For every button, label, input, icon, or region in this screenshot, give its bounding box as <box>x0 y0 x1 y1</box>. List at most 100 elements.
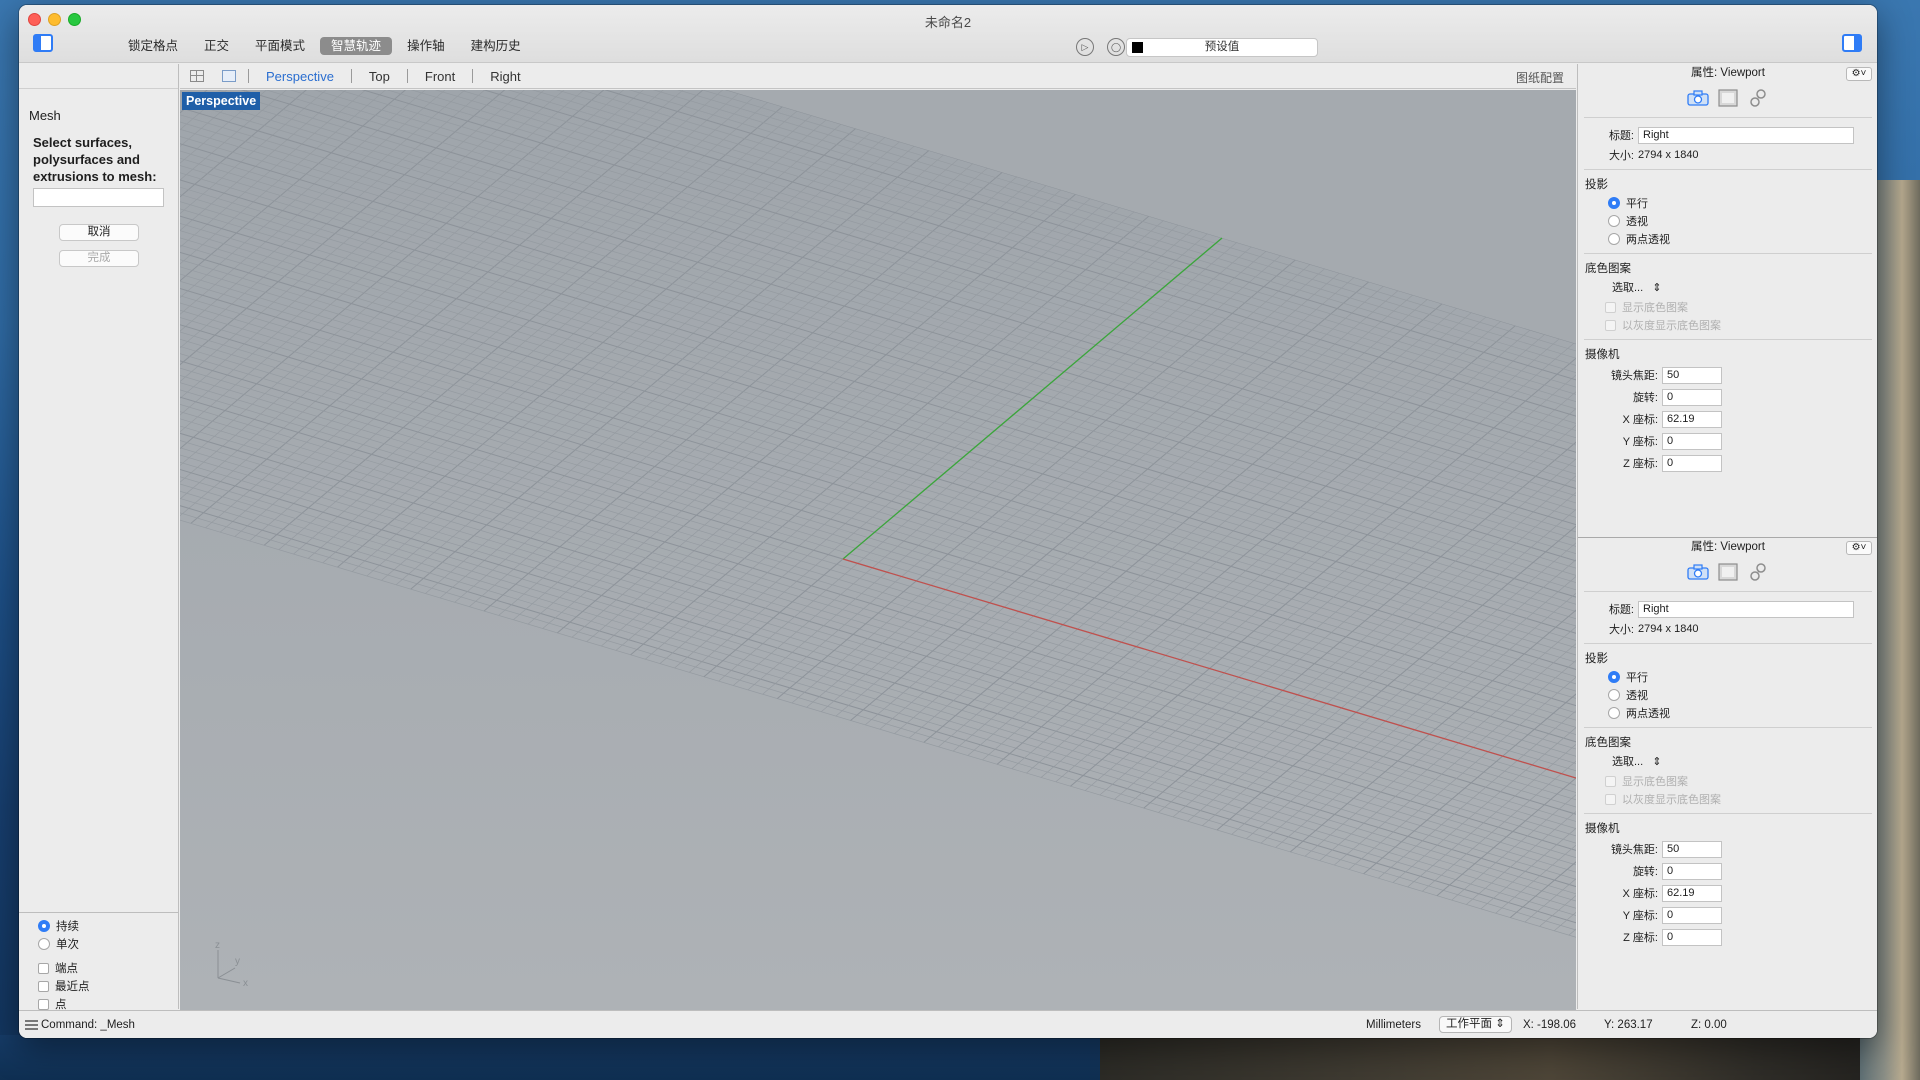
camera-field-row: Z 座标: 0 <box>1578 926 1877 948</box>
wallpaper-checkbox <box>1605 301 1616 313</box>
camera-field-label: 旋转: <box>1632 392 1658 404</box>
wallpaper-option-label: 以灰度显示底色图案 <box>1622 794 1721 806</box>
viewport-frame-icon[interactable] <box>1717 562 1739 582</box>
camera-field-row: X 座标: 62.19 <box>1578 882 1877 904</box>
viewport-label[interactable]: Perspective <box>182 92 261 110</box>
osnap-single-label: 单次 <box>56 939 79 951</box>
projection-option[interactable]: 透视 <box>1578 686 1877 704</box>
mode-button[interactable]: 操作轴 <box>396 37 456 55</box>
tab-right[interactable]: Right <box>485 69 525 84</box>
osnap-single-radio[interactable] <box>38 938 50 950</box>
window-title: 未命名2 <box>924 15 972 30</box>
camera-field-label: 旋转: <box>1632 866 1658 878</box>
title-field[interactable]: Right <box>1638 600 1854 618</box>
osnap-near-option[interactable]: 最近点 <box>19 977 179 995</box>
camera-field-input[interactable]: 0 <box>1662 928 1722 946</box>
camera-field-input[interactable]: 0 <box>1662 454 1722 472</box>
camera-icon[interactable] <box>1687 562 1709 582</box>
gear-icon[interactable]: ⚙˅ <box>1846 67 1872 81</box>
mode-button[interactable]: 建构历史 <box>460 37 532 55</box>
axis-z-label: z <box>215 940 220 951</box>
preset-color-swatch <box>1132 42 1143 53</box>
projection-label: 平行 <box>1626 672 1648 684</box>
projection-radio[interactable] <box>1608 671 1620 683</box>
wallpaper-select[interactable]: 选取... ⇕ <box>1578 278 1877 298</box>
camera-icon[interactable] <box>1687 88 1709 108</box>
wallpaper-option: 显示底色图案 <box>1578 772 1877 790</box>
camera-title: 摄像机 <box>1585 823 1620 835</box>
camera-field-row: Z 座标: 0 <box>1578 452 1877 474</box>
units-display[interactable]: Millimeters <box>1366 1019 1421 1031</box>
camera-field-input[interactable]: 50 <box>1662 366 1722 384</box>
cancel-button[interactable]: 取消 <box>59 224 139 241</box>
wallpaper-option-label: 以灰度显示底色图案 <box>1622 320 1721 332</box>
projection-option[interactable]: 平行 <box>1578 194 1877 212</box>
camera-field-label: Z 座标: <box>1623 458 1658 470</box>
camera-field-label: X 座标: <box>1622 414 1658 426</box>
sidebar-right-icon[interactable] <box>1842 34 1862 52</box>
command-line[interactable]: Command: _Mesh <box>41 1019 135 1031</box>
projection-radio[interactable] <box>1608 689 1620 701</box>
record-icon[interactable]: ▷ <box>1076 38 1094 56</box>
camera-field-row: 镜头焦距: 50 <box>1578 364 1877 386</box>
layout-button[interactable]: 图纸配置 <box>1516 69 1564 86</box>
target-icon[interactable]: ◯ <box>1107 38 1125 56</box>
perspective-viewport[interactable]: Perspective z y x <box>180 90 1576 1010</box>
single-viewport-icon[interactable] <box>222 70 236 82</box>
mode-button[interactable]: 平面模式 <box>244 37 316 55</box>
projection-option[interactable]: 平行 <box>1578 668 1877 686</box>
link-icon[interactable] <box>1747 88 1769 108</box>
osnap-end-option[interactable]: 端点 <box>19 959 179 977</box>
viewport-canvas[interactable]: z y x <box>180 90 1576 1010</box>
cplane-select[interactable]: 工作平面 ⇕ <box>1439 1016 1512 1033</box>
camera-field-row: 旋转: 0 <box>1578 860 1877 882</box>
camera-field-input[interactable]: 62.19 <box>1662 884 1722 902</box>
mode-button[interactable]: 锁定格点 <box>117 37 189 55</box>
size-label: 大小: <box>1608 624 1634 636</box>
camera-field-input[interactable]: 0 <box>1662 862 1722 880</box>
wallpaper-select[interactable]: 选取... ⇕ <box>1578 752 1877 772</box>
osnap-persistent-radio[interactable] <box>38 920 50 932</box>
wallpaper-checkbox <box>1605 775 1616 787</box>
projection-option[interactable]: 两点透视 <box>1578 230 1877 248</box>
camera-field-label: 镜头焦距: <box>1610 370 1658 382</box>
size-row: 大小: 2794 x 1840 <box>1578 146 1877 164</box>
camera-field-input[interactable]: 0 <box>1662 432 1722 450</box>
title-field[interactable]: Right <box>1638 126 1854 144</box>
projection-radio[interactable] <box>1608 233 1620 245</box>
osnap-end-checkbox[interactable] <box>38 962 49 974</box>
gear-icon[interactable]: ⚙˅ <box>1846 541 1872 555</box>
projection-option[interactable]: 透视 <box>1578 212 1877 230</box>
sidebar-left-icon[interactable] <box>33 34 53 52</box>
osnap-single-option[interactable]: 单次 <box>19 935 179 953</box>
projection-radio[interactable] <box>1608 707 1620 719</box>
four-viewports-icon[interactable] <box>190 70 204 82</box>
projection-option[interactable]: 两点透视 <box>1578 704 1877 722</box>
camera-field-input[interactable]: 0 <box>1662 388 1722 406</box>
projection-title: 投影 <box>1585 179 1608 191</box>
camera-field-input[interactable]: 0 <box>1662 906 1722 924</box>
command-history-icon[interactable] <box>25 1020 38 1030</box>
tab-perspective[interactable]: Perspective <box>261 69 339 84</box>
osnap-near-checkbox[interactable] <box>38 980 49 992</box>
link-icon[interactable] <box>1747 562 1769 582</box>
osnap-persistent-option[interactable]: 持续 <box>19 917 179 935</box>
mode-button[interactable]: 智慧轨迹 <box>320 37 393 55</box>
done-button[interactable]: 完成 <box>59 250 139 267</box>
title-label: 标题: <box>1608 604 1634 616</box>
mode-button[interactable]: 正交 <box>193 37 240 55</box>
camera-field-input[interactable]: 62.19 <box>1662 410 1722 428</box>
projection-radio[interactable] <box>1608 197 1620 209</box>
tab-top[interactable]: Top <box>364 69 395 84</box>
viewport-properties-block: 属性: Viewport ⚙˅ 标题: Right 大小: 2794 x 1840 投影 平行… <box>1578 64 1877 537</box>
viewport-tabs: Perspective Top Front Right 图纸配置 <box>180 64 1576 89</box>
osnap-point-checkbox[interactable] <box>38 998 49 1010</box>
camera-field-input[interactable]: 50 <box>1662 840 1722 858</box>
projection-radio[interactable] <box>1608 215 1620 227</box>
modeling-aids-bar: 锁定格点 正交 平面模式 智慧轨迹 操作轴 建构历史 <box>117 37 532 55</box>
display-preset-select[interactable]: 预设值 <box>1126 38 1318 57</box>
command-option-input[interactable] <box>33 188 164 207</box>
viewport-frame-icon[interactable] <box>1717 88 1739 108</box>
tab-front[interactable]: Front <box>420 69 460 84</box>
camera-field-row: X 座标: 62.19 <box>1578 408 1877 430</box>
